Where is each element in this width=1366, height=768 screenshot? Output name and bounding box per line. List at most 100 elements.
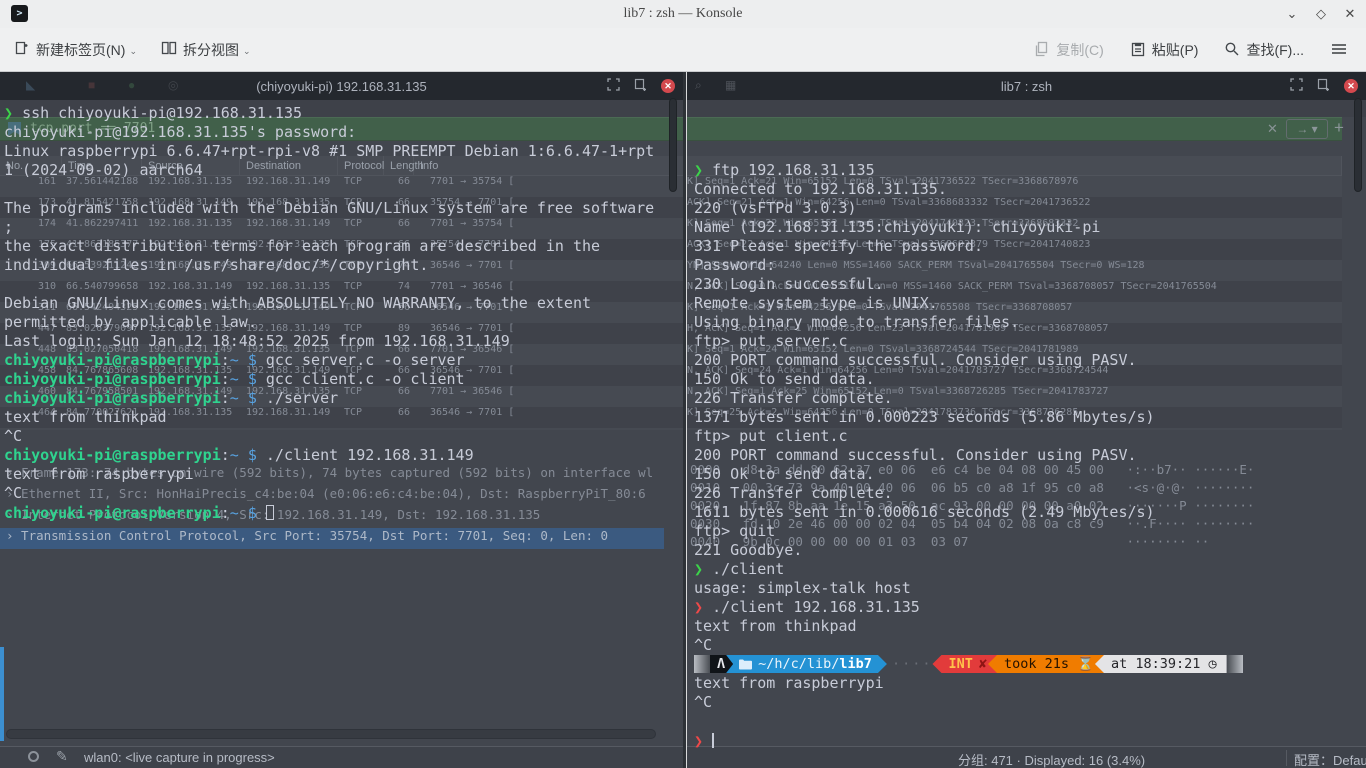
terminal-line: 230 Login successful.: [694, 275, 1366, 294]
toolbar: 新建标签页(N) ⌄ 拆分视图 ⌄ 复制(C) 粘贴(P) 查找(F)...: [0, 28, 1366, 72]
copy-label: 复制(C): [1056, 40, 1103, 60]
terminal-line: Debian GNU/Linux comes with ABSOLUTELY N…: [4, 294, 668, 313]
right-pane-header[interactable]: ⌕ ▦ lib7 : zsh ✕: [687, 72, 1366, 100]
left-pane-header[interactable]: ◣ ■ ● ◎ (chiyoyuki-pi) 192.168.31.135 ✕: [0, 72, 683, 100]
error-x-icon: ✘: [973, 656, 987, 672]
titlebar: > lib7 : zsh — Konsole ⌄ ◇ ✕: [0, 0, 1366, 28]
terminal-line: [694, 712, 1366, 731]
terminal-line: 150 Ok to send data.: [694, 370, 1366, 389]
split-terminal-area: tcp.port == 7701 ✕ → ▾ + No.TimeSourceDe…: [0, 72, 1366, 768]
wireshark-find-icon-hint: ⌕: [695, 78, 702, 93]
wireshark-stop-icon-hint: ■: [88, 78, 95, 92]
terminal-line: ftp> put server.c: [694, 332, 1366, 351]
terminal-line: ❯ ssh chiyoyuki-pi@192.168.31.135: [4, 104, 668, 123]
copy-icon: [1034, 41, 1050, 60]
paste-icon: [1130, 41, 1146, 60]
left-pane-title: (chiyoyuki-pi) 192.168.31.135: [256, 79, 427, 94]
wireshark-fin-icon-hint: ◣: [26, 78, 35, 92]
time-segment: at 18:39:21 ◷: [1095, 655, 1227, 673]
detach-pane-icon[interactable]: [634, 78, 647, 94]
new-tab-label: 新建标签页(N): [36, 40, 125, 60]
copy-button[interactable]: 复制(C): [1026, 34, 1111, 66]
powerline-prompt: Λ ~/h/c/lib/lib7 ···· INT✘ took 21s ⌛ at…: [694, 655, 1242, 673]
terminal-line: 1371 bytes sent in 0.000223 seconds (5.8…: [694, 408, 1366, 427]
terminal-line: ❯: [694, 731, 1366, 750]
terminal-line: chiyoyuki-pi@raspberrypi:~ $: [4, 503, 668, 522]
current-directory-segment: ~/h/c/lib/lib7: [726, 655, 887, 673]
close-button[interactable]: ✕: [1342, 6, 1358, 22]
wireshark-colorize-icon-hint: ▦: [725, 78, 736, 92]
menu-button[interactable]: [1322, 34, 1356, 66]
terminal-line: ❯ ./client: [694, 560, 1366, 579]
minimize-button[interactable]: ⌄: [1284, 6, 1300, 22]
expand-pane-icon[interactable]: [1290, 78, 1303, 94]
konsole-app-icon[interactable]: >: [11, 5, 28, 22]
left-terminal-scrollbar[interactable]: [669, 98, 677, 192]
terminal-line: ^C: [4, 484, 668, 503]
terminal-line: ❯ ftp 192.168.31.135: [694, 161, 1366, 180]
maximize-button[interactable]: ◇: [1313, 6, 1329, 22]
split-view-button[interactable]: 拆分视图 ⌄: [153, 34, 259, 66]
right-terminal-scrollbar[interactable]: [1354, 98, 1362, 192]
new-tab-button[interactable]: 新建标签页(N) ⌄: [6, 34, 145, 66]
detach-pane-icon[interactable]: [1317, 78, 1330, 94]
konsole-window: > lib7 : zsh — Konsole ⌄ ◇ ✕ 新建标签页(N) ⌄ …: [0, 0, 1366, 768]
powerline-frame-left: [694, 655, 710, 673]
chevron-down-icon: ⌄: [243, 46, 251, 57]
duration-segment: took 21s ⌛: [988, 655, 1104, 673]
terminal-line: ^C: [694, 693, 1366, 712]
close-pane-icon[interactable]: ✕: [1344, 79, 1358, 93]
terminal-line: usage: simplex-talk host: [694, 579, 1366, 598]
terminal-line: text from thinkpad: [4, 408, 668, 427]
find-button[interactable]: 查找(F)...: [1216, 34, 1312, 66]
terminal-line: chiyoyuki-pi@raspberrypi:~ $ gcc client.…: [4, 370, 668, 389]
terminal-line: chiyoyuki-pi@192.168.31.135's password:: [4, 123, 668, 142]
split-view-icon: [161, 40, 177, 59]
terminal-line: text from raspberrypi: [694, 674, 1366, 693]
terminal-line: Connected to 192.168.31.135.: [694, 180, 1366, 199]
terminal-line: 220 (vsFTPd 3.0.3): [694, 199, 1366, 218]
terminal-cursor: [266, 505, 274, 520]
left-terminal[interactable]: ❯ ssh chiyoyuki-pi@192.168.31.135chiyoyu…: [0, 102, 668, 768]
terminal-line: Remote system type is UNIX.: [694, 294, 1366, 313]
terminal-line: [4, 180, 668, 199]
exit-status-segment: INT✘: [932, 655, 997, 673]
terminal-line: permitted by applicable law.: [4, 313, 668, 332]
terminal-line: ^C: [694, 636, 1366, 655]
chevron-down-icon: ⌄: [129, 46, 137, 57]
split-view-label: 拆分视图: [183, 40, 239, 60]
terminal-line: chiyoyuki-pi@raspberrypi:~ $ gcc server.…: [4, 351, 668, 370]
terminal-line: Using binary mode to transfer files.: [694, 313, 1366, 332]
terminal-line: 200 PORT command successful. Consider us…: [694, 351, 1366, 370]
terminal-line: 200 PORT command successful. Consider us…: [694, 446, 1366, 465]
terminal-line: individual files in /usr/share/doc/*/cop…: [4, 256, 668, 275]
search-icon: [1224, 41, 1240, 60]
right-pane-title: lib7 : zsh: [1001, 79, 1052, 94]
wireshark-options-icon-hint: ◎: [168, 78, 178, 92]
window-title: lib7 : zsh — Konsole: [0, 6, 1366, 22]
right-terminal[interactable]: Λ ~/h/c/lib/lib7 ···· INT✘ took 21s ⌛ at…: [690, 102, 1366, 768]
terminal-line: The programs included with the Debian GN…: [4, 199, 668, 218]
wireshark-restart-icon-hint: ●: [128, 78, 135, 92]
terminal-line: ;: [4, 218, 668, 237]
close-pane-icon[interactable]: ✕: [661, 79, 675, 93]
new-tab-icon: [14, 40, 30, 59]
terminal-cursor: [712, 733, 714, 748]
terminal-line: chiyoyuki-pi@raspberrypi:~ $ ./server: [4, 389, 668, 408]
terminal-line: ^C: [4, 427, 668, 446]
terminal-line: Last login: Sun Jan 12 18:48:52 2025 fro…: [4, 332, 668, 351]
terminal-line: Linux raspberrypi 6.6.47+rpt-rpi-v8 #1 S…: [4, 142, 668, 161]
terminal-line: 1611 bytes sent in 0.000616 seconds (2.4…: [694, 503, 1366, 522]
terminal-line: chiyoyuki-pi@raspberrypi:~ $ ./client 19…: [4, 446, 668, 465]
terminal-line: text from raspberrypi: [4, 465, 668, 484]
paste-label: 粘贴(P): [1152, 40, 1199, 60]
powerline-frame-right: [1227, 655, 1243, 673]
paste-button[interactable]: 粘贴(P): [1122, 34, 1207, 66]
folder-icon: [739, 659, 752, 670]
terminal-line: 221 Goodbye.: [694, 541, 1366, 560]
terminal-line: [4, 275, 668, 294]
expand-pane-icon[interactable]: [607, 78, 620, 94]
terminal-line: ftp> put client.c: [694, 427, 1366, 446]
terminal-line: ftp> quit: [694, 522, 1366, 541]
terminal-line: 226 Transfer complete.: [694, 484, 1366, 503]
